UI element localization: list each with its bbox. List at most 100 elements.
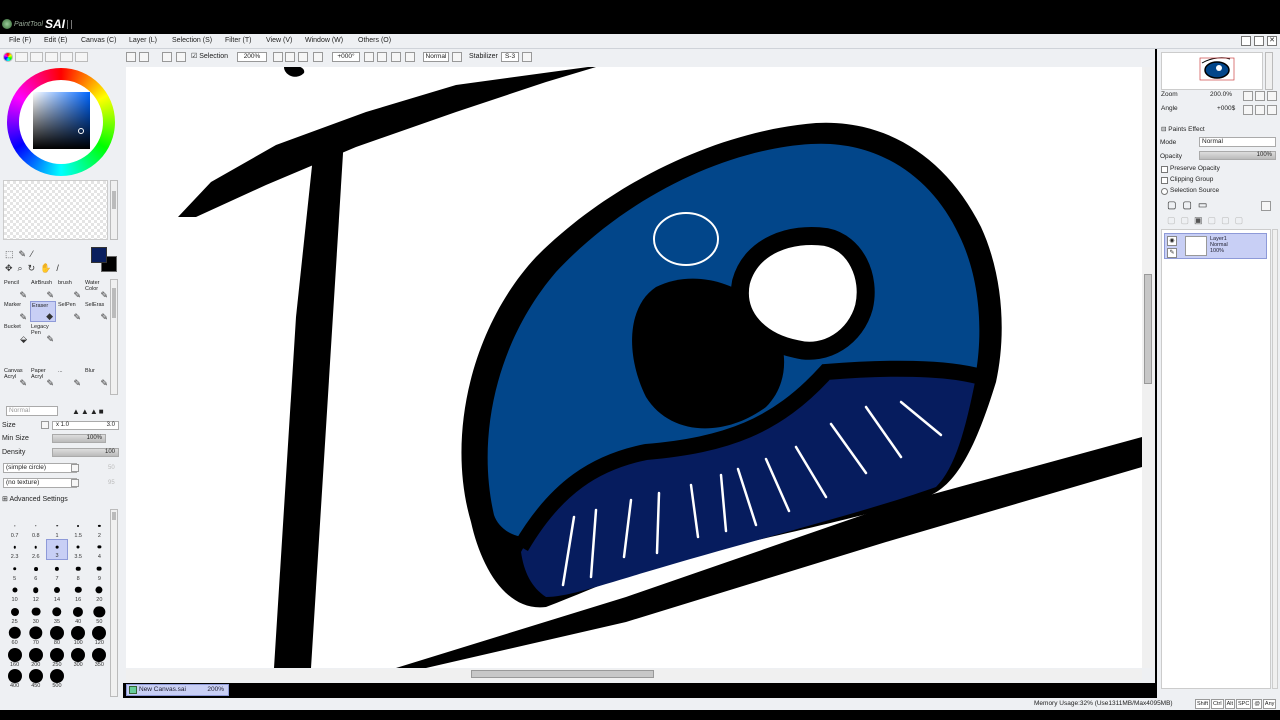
layer-list-scrollbar[interactable] <box>1272 229 1278 689</box>
flip-icon[interactable] <box>405 52 415 62</box>
brush-size-preset[interactable]: 400 <box>4 668 25 689</box>
saturation-value-square[interactable] <box>33 92 90 149</box>
brush-size-scrollbar[interactable] <box>110 509 118 697</box>
brush-size-preset[interactable]: 80 <box>46 625 67 646</box>
nav-rotate-left-icon[interactable] <box>1243 105 1253 115</box>
swatches-tab-icon[interactable] <box>60 52 73 62</box>
brush-size-preset[interactable]: 25 <box>4 603 25 625</box>
restore-button[interactable] <box>1254 36 1264 46</box>
brush-size-preset[interactable]: 6 <box>25 560 46 582</box>
rotate-tool-icon[interactable]: ↻ <box>28 263 41 273</box>
brush-size-preset[interactable]: 0.7 <box>4 517 25 539</box>
menu-file[interactable]: File (F) <box>9 37 31 44</box>
invert-selection-icon[interactable] <box>176 52 186 62</box>
min-size-slider[interactable]: 100% <box>52 434 106 443</box>
rect-select-icon[interactable]: ⬚ <box>5 249 19 259</box>
brush-size-preset[interactable]: 5 <box>4 560 25 582</box>
brush-size-preset[interactable]: 450 <box>25 668 46 689</box>
brush-size-preset[interactable]: 10 <box>4 582 25 603</box>
brush-size-preset[interactable]: 16 <box>68 582 89 603</box>
brush-size-preset[interactable]: 0.8 <box>25 517 46 539</box>
blend-mode-field[interactable]: Normal <box>423 52 449 62</box>
layer-up-icon[interactable]: ▢ <box>1235 215 1249 225</box>
lasso-icon[interactable]: ✎ <box>19 249 32 259</box>
hsv-slider-tab-icon[interactable] <box>30 52 43 62</box>
brush-size-preset[interactable]: 30 <box>25 603 46 625</box>
brush-texture-select[interactable]: (no texture) <box>3 478 77 488</box>
tool-pencil[interactable]: Pencil ✎ <box>3 279 29 300</box>
texture-dropdown-icon[interactable] <box>71 479 79 487</box>
preserve-opacity-checkbox[interactable] <box>1161 166 1168 173</box>
new-folder-icon[interactable]: ▭ <box>1198 200 1213 211</box>
brush-shape-select[interactable]: (simple circle) <box>3 463 77 473</box>
brush-size-preset[interactable]: 2 <box>89 517 110 539</box>
zoom-reset-icon[interactable] <box>298 52 308 62</box>
menu-others[interactable]: Others (O) <box>358 37 391 44</box>
brush-size-preset[interactable]: 500 <box>46 668 67 689</box>
size-toggle[interactable] <box>41 421 49 429</box>
size-slider[interactable]: x 1.0 3.0 <box>52 421 119 430</box>
brush-size-preset[interactable]: 3 <box>46 538 68 560</box>
tool-slot-empty[interactable] <box>84 345 110 366</box>
brush-size-preset[interactable]: 12 <box>25 582 46 603</box>
brush-size-preset[interactable]: 100 <box>68 625 89 646</box>
brush-size-preset[interactable]: 7 <box>46 560 67 582</box>
scratchpad-tab-icon[interactable] <box>75 52 88 62</box>
brush-size-preset[interactable]: 20 <box>89 582 110 603</box>
brush-size-preset[interactable]: 200 <box>25 646 46 668</box>
color-wheel-tab-icon[interactable] <box>3 52 13 62</box>
brush-size-preset[interactable]: 40 <box>68 603 89 625</box>
selection-source-radio[interactable] <box>1161 188 1168 195</box>
nav-zoom-out-icon[interactable] <box>1243 91 1253 101</box>
drawing-canvas[interactable] <box>126 67 1142 668</box>
layer-mode-select[interactable]: Normal <box>1199 137 1276 147</box>
zoom-out-icon[interactable] <box>273 52 283 62</box>
shape-dropdown-icon[interactable] <box>71 464 79 472</box>
new-linework-layer-icon[interactable]: ▢ <box>1182 200 1197 211</box>
brush-size-preset[interactable]: 120 <box>89 625 110 646</box>
zoom-tool-icon[interactable]: ⌕ <box>18 263 28 273</box>
menu-layer[interactable]: Layer (L) <box>129 37 157 44</box>
vertical-scroll-thumb[interactable] <box>1144 274 1152 384</box>
scratchpad-scrollbar[interactable] <box>110 180 118 240</box>
brush-size-preset[interactable]: 160 <box>4 646 25 668</box>
tool-seleraser[interactable]: SelEras ✎ <box>84 301 110 322</box>
rotate-right-icon[interactable] <box>377 52 387 62</box>
brush-size-preset[interactable]: 14 <box>46 582 67 603</box>
copy-layer-icon[interactable]: ▢ <box>1167 215 1181 225</box>
menu-filter[interactable]: Filter (T) <box>225 37 251 44</box>
zoom-fit-icon[interactable] <box>313 52 323 62</box>
foreground-color[interactable] <box>91 247 107 263</box>
brush-size-preset[interactable]: 2.6 <box>25 539 46 560</box>
color-palette-tab-icon[interactable] <box>45 52 58 62</box>
layer-row[interactable]: ◉ ✎ Layer1 Normal 100% <box>1164 233 1267 259</box>
minimize-button[interactable] <box>1241 36 1251 46</box>
tool-slot-empty[interactable] <box>84 323 110 344</box>
move-icon[interactable]: ✥ <box>5 263 18 273</box>
menu-edit[interactable]: Edit (E) <box>44 37 67 44</box>
selection-toggle[interactable]: ☑ Selection <box>191 52 228 62</box>
document-tab[interactable]: New Canvas.sai 200% <box>126 684 229 696</box>
zoom-in-icon[interactable] <box>285 52 295 62</box>
navigator-preview[interactable] <box>1161 52 1263 90</box>
tool-bucket[interactable]: Bucket ⬙ <box>3 323 29 344</box>
canvas-vertical-scrollbar[interactable] <box>1142 67 1154 668</box>
paints-effect-toggle[interactable]: ⊟ Paints Effect <box>1161 125 1205 133</box>
eyedropper-icon[interactable]: / <box>56 263 64 273</box>
tool-canvas-acryl[interactable]: Canvas Acryl ✎ <box>3 367 29 388</box>
rotate-reset-icon[interactable] <box>391 52 401 62</box>
brush-size-preset[interactable]: 300 <box>68 646 89 668</box>
layer-down-icon[interactable]: ▢ <box>1221 215 1235 225</box>
redo-icon[interactable] <box>139 52 149 62</box>
layer-opacity-slider[interactable]: 100% <box>1199 151 1276 160</box>
nav-zoom-reset-icon[interactable] <box>1267 91 1277 101</box>
brush-size-preset[interactable]: 60 <box>4 625 25 646</box>
layer-op-icons[interactable]: ▢▢▣▢▢▢ <box>1167 215 1248 226</box>
tool-paper-acryl[interactable]: Paper Acryl ✎ <box>30 367 56 388</box>
density-slider[interactable]: 100 <box>52 448 119 457</box>
clipping-group-checkbox[interactable] <box>1161 177 1168 184</box>
tool-marker[interactable]: Marker ✎ <box>3 301 29 322</box>
angle-field[interactable]: +000° <box>332 52 360 62</box>
brush-size-preset[interactable]: 35 <box>46 603 67 625</box>
brush-size-preset[interactable]: 2.3 <box>4 539 25 560</box>
